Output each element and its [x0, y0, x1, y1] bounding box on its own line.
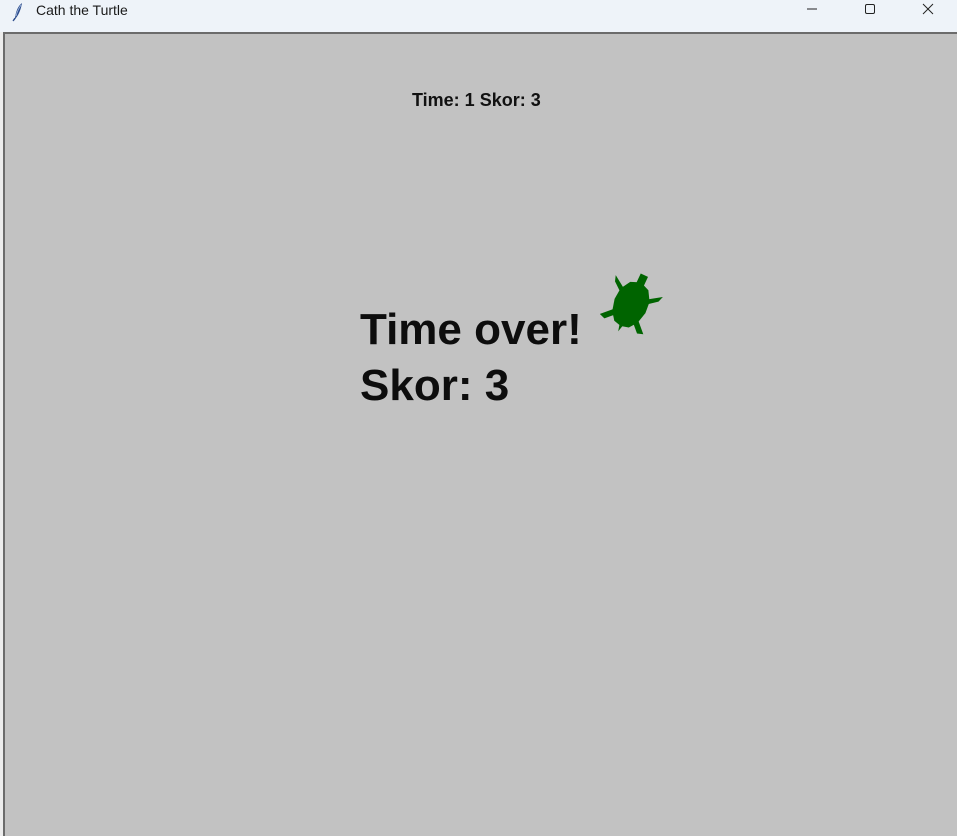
maximize-button[interactable] [847, 0, 893, 22]
close-button[interactable] [905, 0, 951, 22]
turtle-icon[interactable] [599, 270, 664, 342]
minimize-button[interactable] [789, 0, 835, 22]
close-icon [922, 2, 934, 20]
hud-status: Time: 1 Skor: 3 [412, 90, 541, 110]
maximize-icon [864, 2, 876, 20]
minimize-icon [806, 2, 818, 20]
game-over-title: Time over! [360, 305, 582, 354]
final-score: Skor: 3 [360, 361, 510, 410]
app-window: Cath the Turtle Time: 1 Skor: 3 Time ove… [0, 0, 957, 836]
game-canvas[interactable] [3, 32, 957, 836]
feather-icon [9, 2, 27, 22]
game-over-message: Time over! Skor: 3 [360, 302, 582, 414]
window-title: Cath the Turtle [36, 2, 128, 18]
title-bar[interactable]: Cath the Turtle [0, 0, 957, 31]
